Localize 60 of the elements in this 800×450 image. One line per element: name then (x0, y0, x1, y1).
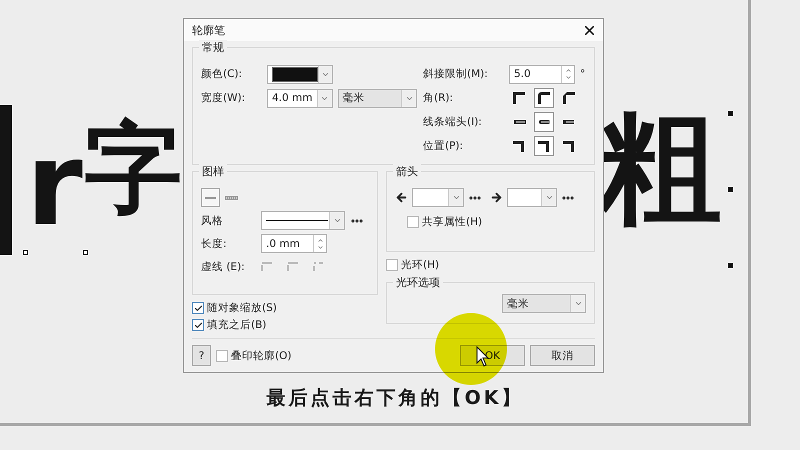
width-dropdown[interactable]: 4.0 mm (267, 88, 333, 108)
spin-down-icon (316, 244, 324, 250)
spin-up-icon (316, 236, 324, 244)
field-label: 风格 (201, 214, 224, 228)
arrow-right-icon (490, 191, 503, 204)
dash-corner-icon (313, 262, 325, 272)
field-label: 长度: (201, 236, 228, 250)
selection-handle (23, 250, 28, 255)
checkbox[interactable]: 填充之后(B) (192, 318, 378, 332)
unit-label: ° (580, 68, 586, 80)
field-label: 位置(P): (423, 139, 464, 153)
help-button[interactable]: ? (192, 345, 211, 366)
position-icon (561, 138, 577, 154)
field-label: 线条端头(I): (423, 115, 483, 129)
checkbox[interactable]: 叠印轮廓(O) (216, 348, 292, 362)
line-sample-icon (266, 220, 328, 222)
selection-handle (728, 263, 733, 268)
group-title: 常规 (199, 40, 227, 55)
corner-icon (561, 90, 577, 106)
spin-up-icon (564, 67, 572, 74)
color-swatch (272, 66, 318, 82)
position-icon (511, 138, 527, 154)
canvas-text: 粗 (598, 105, 722, 229)
line-style-dropdown[interactable] (261, 211, 345, 230)
window-title: 轮廓笔 (192, 22, 225, 38)
unit-dropdown[interactable]: 毫米 (338, 88, 417, 108)
corner-icon (511, 90, 527, 106)
option-button[interactable] (534, 112, 554, 132)
color-picker[interactable] (267, 64, 333, 84)
canvas-text: r (26, 128, 83, 243)
solid-line-icon (205, 196, 216, 198)
field-label: 颜色(C): (201, 67, 244, 81)
position-icon (536, 138, 552, 154)
arrow-left-icon (395, 191, 408, 204)
spin-down-icon (564, 74, 572, 81)
dash-corner-icon (261, 262, 273, 272)
option-button[interactable] (534, 88, 554, 108)
unit-dropdown[interactable]: 毫米 (502, 294, 586, 313)
cancel-button[interactable]: 取消 (530, 345, 595, 366)
selection-handle (728, 111, 733, 116)
corner-icon (536, 90, 552, 106)
selection-handle (83, 250, 88, 255)
spin-field[interactable]: 5.0 (509, 64, 575, 84)
solid-line-button[interactable] (201, 188, 220, 207)
field-label: 斜接限制(M): (423, 67, 489, 81)
spin-field[interactable]: .0 mm (261, 234, 327, 253)
group-title: 图样 (199, 164, 227, 179)
dash-corner-icon (287, 262, 299, 272)
selection-handle (728, 187, 733, 192)
field-label: 虚线 (E): (201, 260, 246, 274)
group-title: 光环选项 (393, 275, 443, 290)
checkbox[interactable]: 共享属性(H) (407, 215, 586, 229)
field-label: 宽度(W): (201, 91, 246, 105)
checkbox[interactable]: 随对象缩放(S) (192, 301, 378, 315)
field-label: 角(R): (423, 91, 454, 105)
group-title: 箭头 (393, 164, 421, 179)
dashed-line-icon (225, 196, 238, 200)
option-button[interactable] (534, 136, 554, 156)
checkbox[interactable]: 光环(H) (386, 258, 595, 272)
subtitle: 最后点击右下角的【OK】 (266, 386, 524, 411)
